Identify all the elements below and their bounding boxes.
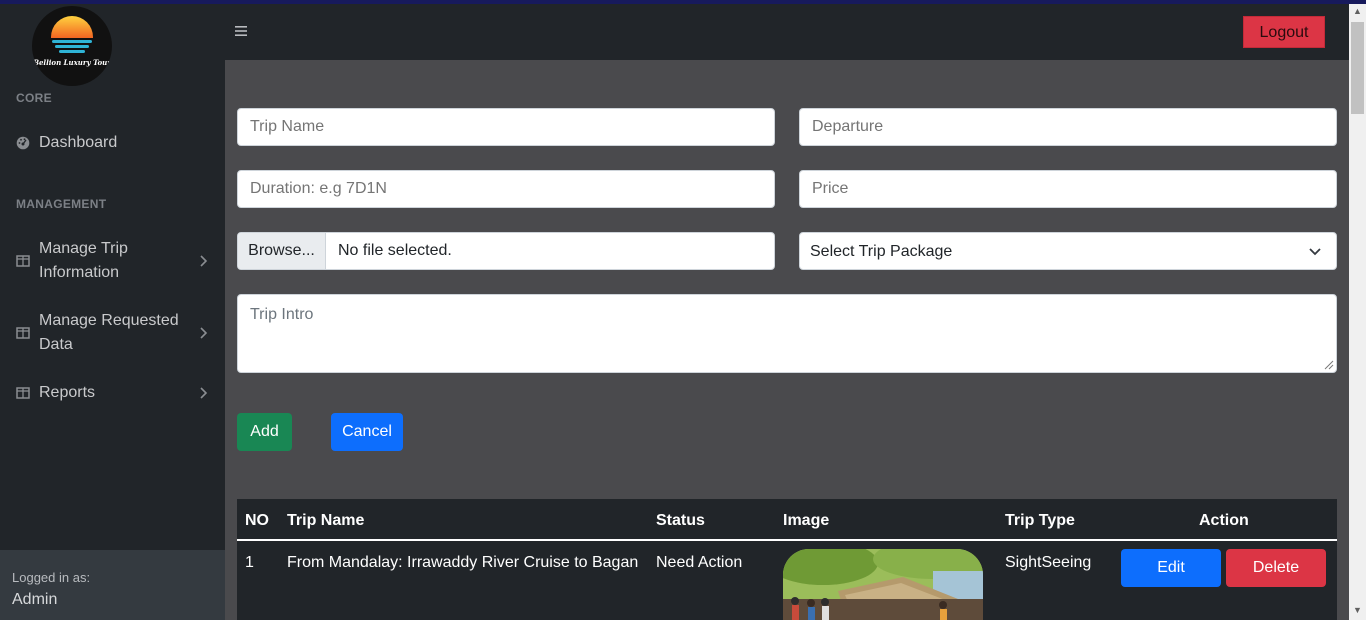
gauge-icon	[16, 136, 30, 150]
chevron-down-icon	[1309, 248, 1321, 256]
delete-button[interactable]: Delete	[1226, 549, 1326, 587]
sidebar-item-label: Reports	[39, 384, 96, 401]
column-header-action: Action	[1199, 512, 1249, 529]
sidebar-item-dashboard[interactable]: Dashboard	[0, 131, 225, 155]
cancel-button[interactable]: Cancel	[331, 413, 403, 451]
row-trip-name: From Mandalay: Irrawaddy River Cruise to…	[287, 554, 639, 571]
sidebar-item-label: Dashboard	[39, 134, 118, 151]
price-input[interactable]	[799, 170, 1337, 208]
sidebar-heading-core: CORE	[16, 91, 52, 105]
logged-in-user: Admin	[12, 591, 58, 608]
sidebar-item-label: Manage Trip Information	[39, 240, 128, 281]
resize-grip-icon[interactable]	[1322, 358, 1334, 370]
columns-icon	[16, 387, 30, 399]
trips-table: NO Trip Name Status Image Trip Type Acti…	[237, 499, 1337, 620]
scroll-up-arrow-icon[interactable]: ▲	[1353, 6, 1362, 16]
sidebar-item-manage-trip-information[interactable]: Manage Trip Information	[0, 237, 225, 285]
chevron-right-icon	[200, 327, 208, 339]
brand-name: Bellion Luxury Tour	[33, 58, 111, 67]
logged-in-label: Logged in as:	[12, 570, 91, 585]
sidebar-footer: Logged in as: Admin	[0, 550, 225, 620]
row-trip-type: SightSeeing	[1005, 554, 1092, 571]
image-file-input[interactable]: Browse... No file selected.	[237, 232, 775, 270]
trip-intro-textarea[interactable]: Trip Intro	[237, 294, 1337, 373]
column-header-status: Status	[656, 512, 705, 529]
trip-thumbnail-image	[783, 549, 983, 620]
table-header: NO Trip Name Status Image Trip Type Acti…	[237, 499, 1337, 541]
columns-icon	[16, 327, 30, 339]
row-no: 1	[245, 554, 254, 571]
top-navbar: Logout	[225, 4, 1349, 60]
brand-logo[interactable]: Bellion Luxury Tour	[32, 6, 112, 86]
column-header-trip-name: Trip Name	[287, 512, 365, 529]
columns-icon	[16, 255, 30, 267]
browse-button[interactable]: Browse...	[238, 233, 326, 269]
sidebar-heading-management: MANAGEMENT	[16, 197, 107, 211]
column-header-trip-type: Trip Type	[1005, 512, 1075, 529]
sidebar: Bellion Luxury Tour CORE Dashboard MANAG…	[0, 4, 225, 620]
sidebar-item-manage-requested-data[interactable]: Manage Requested Data	[0, 309, 225, 357]
hamburger-menu-icon[interactable]	[234, 24, 248, 38]
duration-input[interactable]	[237, 170, 775, 208]
chevron-right-icon	[200, 387, 208, 399]
add-button[interactable]: Add	[237, 413, 292, 451]
departure-input[interactable]	[799, 108, 1337, 146]
column-header-image: Image	[783, 512, 830, 529]
sunset-icon	[51, 16, 93, 38]
edit-button[interactable]: Edit	[1121, 549, 1221, 587]
logout-button[interactable]: Logout	[1243, 16, 1325, 48]
trip-package-selected: Select Trip Package	[810, 243, 953, 260]
trip-intro-placeholder: Trip Intro	[250, 306, 314, 323]
file-status: No file selected.	[338, 242, 452, 259]
column-header-no: NO	[245, 512, 269, 529]
sidebar-item-label: Manage Requested Data	[39, 312, 179, 353]
trip-name-input[interactable]	[237, 108, 775, 146]
scrollbar-thumb[interactable]	[1351, 22, 1364, 114]
trip-package-select[interactable]: Select Trip Package	[799, 232, 1337, 270]
chevron-right-icon	[200, 255, 208, 267]
scroll-down-arrow-icon[interactable]: ▼	[1353, 605, 1362, 615]
vertical-scrollbar[interactable]: ▲ ▼	[1349, 4, 1366, 620]
sidebar-item-reports[interactable]: Reports	[0, 381, 225, 405]
row-status: Need Action	[656, 554, 743, 571]
